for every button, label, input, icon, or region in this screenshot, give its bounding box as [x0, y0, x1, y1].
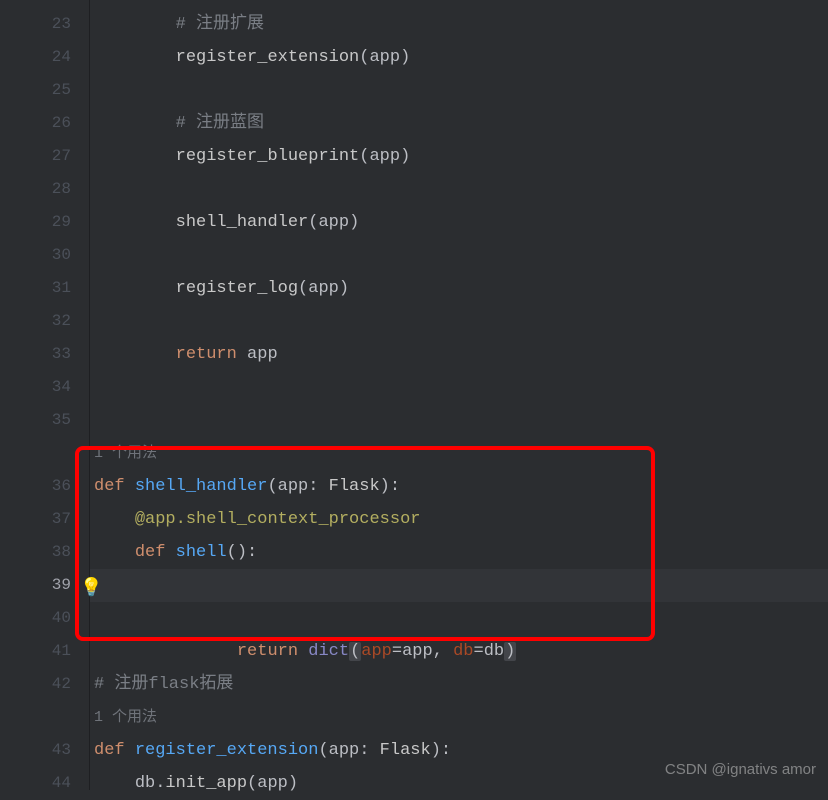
line-num: 36 — [0, 470, 89, 503]
line-num: 26 — [0, 107, 89, 140]
line-num: 32 — [0, 305, 89, 338]
code-line[interactable]: shell_handler(app) — [90, 206, 828, 239]
line-num: 25 — [0, 74, 89, 107]
code-line[interactable]: @app.shell_context_processor — [90, 503, 828, 536]
code-line[interactable] — [90, 602, 828, 635]
line-num: 29 — [0, 206, 89, 239]
code-line[interactable]: # 注册扩展 — [90, 8, 828, 41]
def-name-token: shell — [176, 543, 227, 562]
line-num: 40 — [0, 602, 89, 635]
call-token: register_blueprint — [176, 147, 360, 166]
code-line[interactable] — [90, 305, 828, 338]
def-name-token: shell_handler — [135, 477, 268, 496]
line-num: 43 — [0, 734, 89, 767]
line-num: 30 — [0, 239, 89, 272]
line-num: 34 — [0, 371, 89, 404]
code-line[interactable]: register_blueprint(app) — [90, 140, 828, 173]
code-content[interactable]: # 注册扩展 register_extension(app) # 注册蓝图 re… — [90, 0, 828, 790]
line-num: 27 — [0, 140, 89, 173]
line-num: 38 — [0, 536, 89, 569]
code-line[interactable]: register_extension(app) — [90, 41, 828, 74]
gutter-spacer — [0, 701, 89, 734]
line-num: 23 — [0, 8, 89, 41]
gutter-spacer — [0, 437, 89, 470]
code-line[interactable]: return app — [90, 338, 828, 371]
code-line[interactable] — [90, 74, 828, 107]
usage-hint[interactable]: 1 个用法 — [90, 437, 828, 470]
lightbulb-icon[interactable]: 💡 — [80, 573, 102, 606]
line-num: 35 — [0, 404, 89, 437]
def-name-token: register_extension — [135, 741, 319, 760]
call-token: shell_handler — [176, 213, 309, 232]
watermark-text: CSDN @ignativs amor — [665, 761, 816, 778]
line-num: 44 — [0, 767, 89, 800]
line-num: 42 — [0, 668, 89, 701]
code-line[interactable] — [90, 635, 828, 668]
comment-token: # 注册flask拓展 — [94, 675, 233, 694]
code-line[interactable]: # 注册蓝图 — [90, 107, 828, 140]
comment-token: # 注册扩展 — [176, 15, 264, 34]
decorator-token: shell_context_processor — [186, 510, 421, 529]
call-token: register_extension — [176, 48, 360, 67]
usage-hint[interactable]: 1 个用法 — [90, 701, 828, 734]
keyword-token: return — [176, 345, 237, 364]
code-editor[interactable]: 23 24 25 26 27 28 29 30 31 32 33 34 35 3… — [0, 0, 828, 790]
code-line[interactable]: # 注册flask拓展 — [90, 668, 828, 701]
code-line[interactable] — [90, 173, 828, 206]
line-num: 24 — [0, 41, 89, 74]
code-line[interactable] — [90, 404, 828, 437]
line-num: 41 — [0, 635, 89, 668]
line-gutter: 23 24 25 26 27 28 29 30 31 32 33 34 35 3… — [0, 0, 90, 790]
code-line[interactable]: def shell_handler(app: Flask): — [90, 470, 828, 503]
comment-token: # 注册蓝图 — [176, 114, 264, 133]
code-line[interactable] — [90, 371, 828, 404]
line-num: 37 — [0, 503, 89, 536]
code-line[interactable] — [90, 239, 828, 272]
code-line-current[interactable]: 💡 return dict(app=app, db=db) — [90, 569, 828, 602]
call-token: register_log — [176, 279, 298, 298]
code-line[interactable]: register_log(app) — [90, 272, 828, 305]
line-num: 33 — [0, 338, 89, 371]
code-line[interactable]: def shell(): — [90, 536, 828, 569]
line-num: 31 — [0, 272, 89, 305]
line-num: 28 — [0, 173, 89, 206]
line-num-current: 39 — [0, 569, 89, 602]
